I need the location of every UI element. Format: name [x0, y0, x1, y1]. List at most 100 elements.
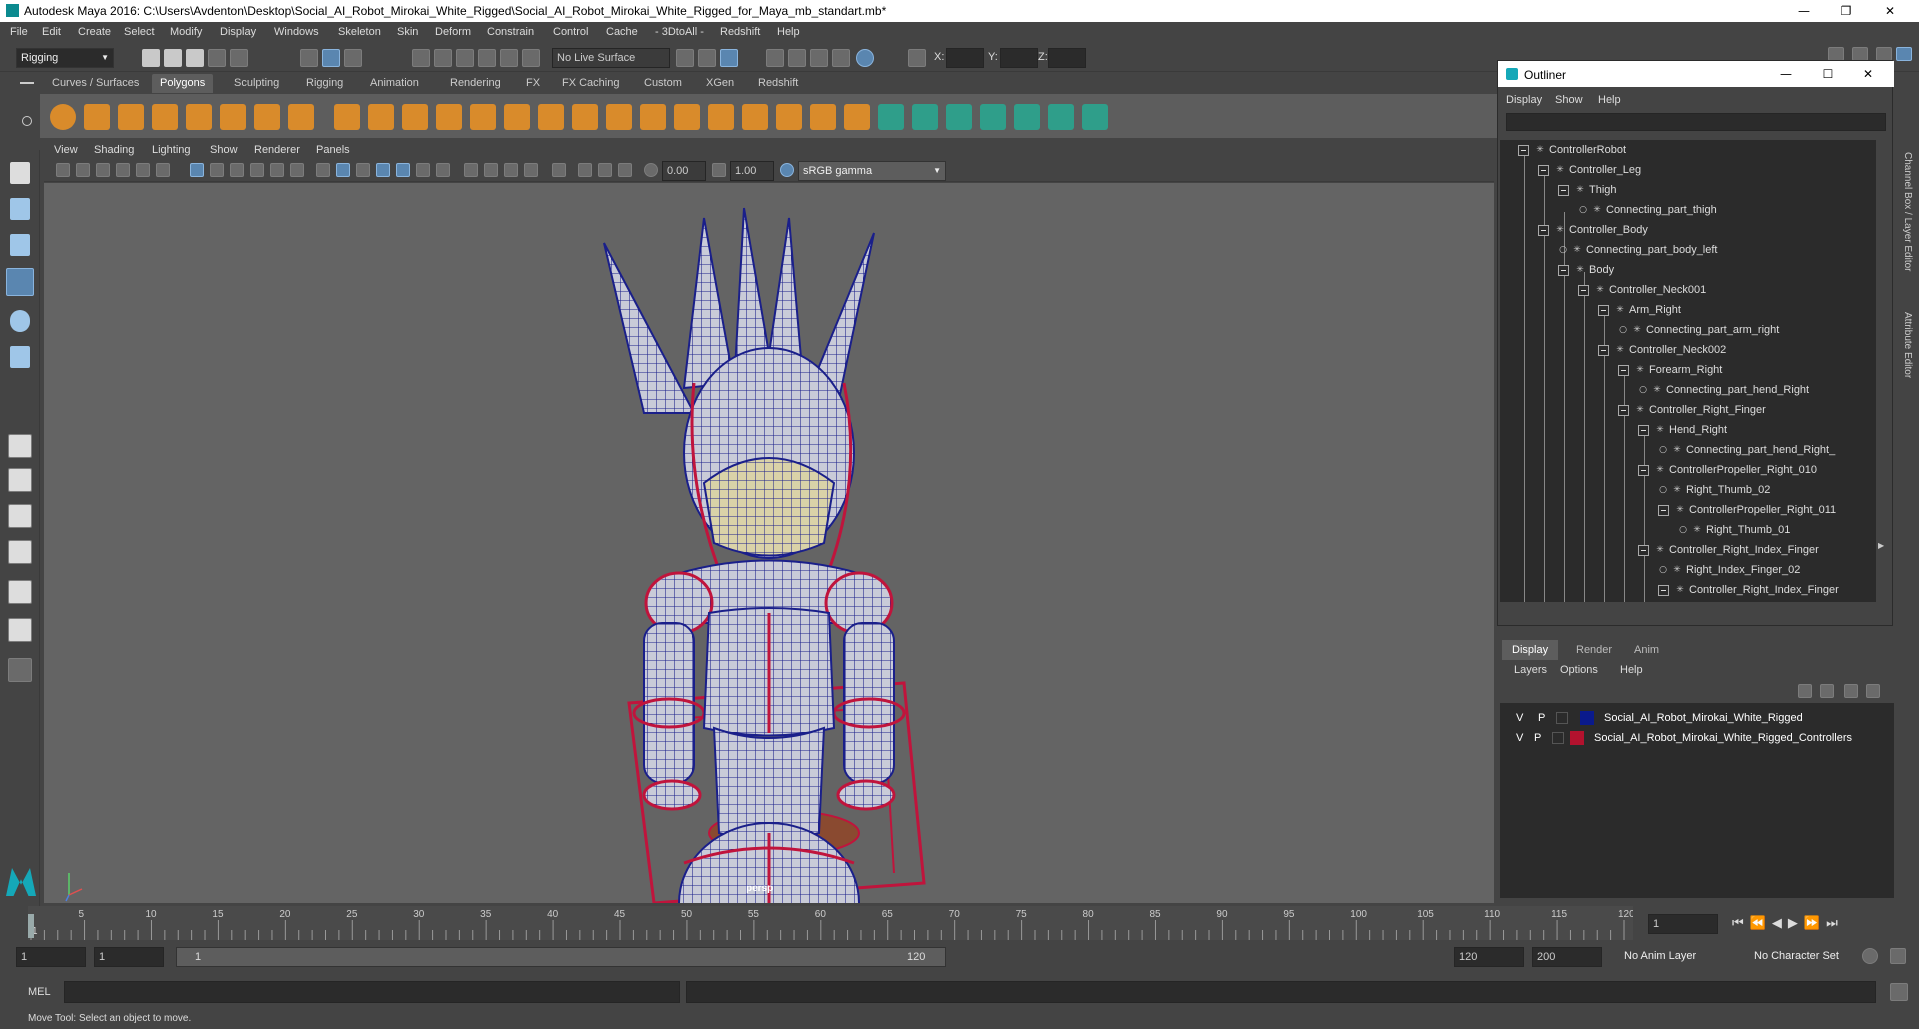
layer-playback-toggle[interactable]: P	[1534, 728, 1541, 748]
layer-playback-toggle[interactable]: P	[1538, 708, 1545, 728]
layer-visibility-toggle[interactable]: V	[1516, 728, 1523, 748]
go-to-start-icon[interactable]: ⏮	[1732, 916, 1750, 931]
depth-of-field-icon[interactable]	[524, 163, 538, 177]
menu-file[interactable]: File	[10, 26, 28, 38]
shelf-tab-sculpting[interactable]: Sculpting	[226, 74, 287, 93]
snap-curve-icon[interactable]	[434, 49, 452, 67]
poly-pyramid-icon[interactable]	[254, 104, 280, 130]
layer-tab-display[interactable]: Display	[1502, 640, 1559, 660]
render-settings-icon[interactable]	[810, 49, 828, 67]
make-live-icon[interactable]	[522, 49, 540, 67]
live-surface-field[interactable]: No Live Surface	[552, 48, 670, 68]
combine-icon[interactable]	[334, 104, 360, 130]
xray-components-icon[interactable]	[618, 163, 632, 177]
poly-cone-icon[interactable]	[152, 104, 178, 130]
collapse-icon[interactable]	[1598, 304, 1609, 316]
four-pane-layout-icon[interactable]	[8, 468, 32, 492]
select-object-icon[interactable]	[322, 49, 340, 67]
save-scene-icon[interactable]	[186, 49, 204, 67]
poly-torus-icon[interactable]	[220, 104, 246, 130]
playback-start-field[interactable]: 1	[94, 947, 164, 967]
scroll-right-icon[interactable]: ▶	[1878, 541, 1892, 551]
isolate-select-icon[interactable]	[552, 163, 566, 177]
collapse-icon[interactable]	[1658, 504, 1669, 516]
rotate-tool-icon[interactable]	[10, 310, 30, 332]
layer-menu-options[interactable]: Options	[1560, 664, 1598, 676]
play-forward-icon[interactable]: ▶	[1788, 916, 1804, 931]
render-current-icon[interactable]	[766, 49, 784, 67]
tool-settings-icon[interactable]	[1852, 47, 1868, 61]
animation-end-field[interactable]: 200	[1532, 947, 1602, 967]
snap-surface-icon[interactable]	[500, 49, 518, 67]
new-layer-selected-icon[interactable]	[1866, 684, 1880, 698]
collapse-icon[interactable]	[1658, 584, 1669, 596]
outliner-item[interactable]: ✳ ControllerRobot	[1518, 140, 1626, 160]
gamma-field[interactable]: 1.00	[730, 161, 774, 181]
wireframe-icon[interactable]	[316, 163, 330, 177]
snap-view-plane-icon[interactable]	[478, 49, 496, 67]
hypershade-layout-icon[interactable]	[8, 618, 32, 642]
outliner-item[interactable]: ✳ Controller_Body	[1538, 220, 1648, 240]
time-slider[interactable]: 1 5 10 15 20 25 30 35 40 45 50 55 60 65 70 75 80 85 90 95 10…	[0, 906, 1919, 940]
grid-icon[interactable]	[190, 163, 204, 177]
automatic-uv-icon[interactable]	[980, 104, 1006, 130]
mode-selector[interactable]: Rigging ▼	[16, 48, 114, 68]
separate-icon[interactable]	[368, 104, 394, 130]
shelf-tab-polygons[interactable]: Polygons	[152, 74, 214, 93]
color-space-dropdown[interactable]: sRGB gamma ▼	[798, 161, 946, 181]
outliner-item[interactable]: ○ ✳ Connecting_part_arm_right	[1618, 320, 1779, 340]
collapse-icon[interactable]	[1618, 364, 1629, 376]
shadows-icon[interactable]	[436, 163, 450, 177]
mirror-icon[interactable]	[470, 104, 496, 130]
outliner-item[interactable]: ✳ ControllerPropeller_Right_011	[1658, 500, 1836, 520]
fill-hole-icon[interactable]	[708, 104, 734, 130]
attribute-editor-icon[interactable]	[1876, 47, 1892, 61]
construction-history-icon[interactable]	[698, 49, 716, 67]
menu-skeleton[interactable]: Skeleton	[338, 26, 381, 38]
ipr-render-icon[interactable]	[788, 49, 806, 67]
maximize-icon[interactable]: ❐	[1826, 2, 1866, 20]
outliner-item[interactable]: ✳ Controller_Neck001	[1578, 280, 1706, 300]
layer-type-toggle[interactable]	[1556, 712, 1568, 724]
menu-3dtoall[interactable]: - 3DtoAll -	[655, 26, 704, 38]
spherical-uv-icon[interactable]	[946, 104, 972, 130]
menu-help[interactable]: Help	[777, 26, 800, 38]
collapse-icon[interactable]	[1538, 224, 1549, 236]
shelf-tab-animation[interactable]: Animation	[362, 74, 427, 93]
shelf-tab-rigging[interactable]: Rigging	[298, 74, 351, 93]
outliner-minimize-icon[interactable]: —	[1766, 65, 1806, 83]
move-layer-down-icon[interactable]	[1820, 684, 1834, 698]
textured-icon[interactable]	[396, 163, 410, 177]
perspective-viewport[interactable]	[44, 183, 1494, 903]
outliner-item[interactable]: ✳ Thigh	[1558, 180, 1617, 200]
graph-layout-icon[interactable]	[8, 580, 32, 604]
collapse-icon[interactable]	[1638, 544, 1649, 556]
y-field[interactable]	[1000, 48, 1038, 68]
shelf-tab-redshift[interactable]: Redshift	[750, 74, 806, 93]
command-input[interactable]	[64, 981, 680, 1003]
anim-layer-dropdown[interactable]: No Anim Layer	[1620, 947, 1740, 967]
bookmark-icon[interactable]	[96, 163, 110, 177]
range-slider[interactable]: 1 120	[176, 947, 946, 967]
layer-type-toggle[interactable]	[1552, 732, 1564, 744]
collapse-icon[interactable]	[1638, 424, 1649, 436]
two-pane-layout-icon[interactable]	[8, 504, 32, 528]
redshift-render-icon[interactable]	[856, 49, 874, 67]
vp-menu-panels[interactable]: Panels	[316, 144, 350, 156]
x-field[interactable]	[946, 48, 984, 68]
collapse-icon[interactable]	[1558, 264, 1569, 276]
outliner-item[interactable]: ✳ Controller_Neck002	[1598, 340, 1726, 360]
select-camera-icon[interactable]	[56, 163, 70, 177]
more-layouts-icon[interactable]	[8, 658, 32, 682]
outliner-item[interactable]: ✳ Forearm_Right	[1618, 360, 1722, 380]
poly-pipe-icon[interactable]	[288, 104, 314, 130]
layer-name[interactable]: Social_AI_Robot_Mirokai_White_Rigged	[1604, 708, 1803, 728]
menu-control[interactable]: Control	[553, 26, 588, 38]
animation-preferences-icon[interactable]	[1890, 948, 1906, 964]
snap-grid-icon[interactable]	[412, 49, 430, 67]
collapse-icon[interactable]	[1598, 344, 1609, 356]
collapse-icon[interactable]	[1578, 284, 1589, 296]
field-chart-icon[interactable]	[270, 163, 284, 177]
exposure-field[interactable]: 0.00	[662, 161, 706, 181]
xray-icon[interactable]	[578, 163, 592, 177]
